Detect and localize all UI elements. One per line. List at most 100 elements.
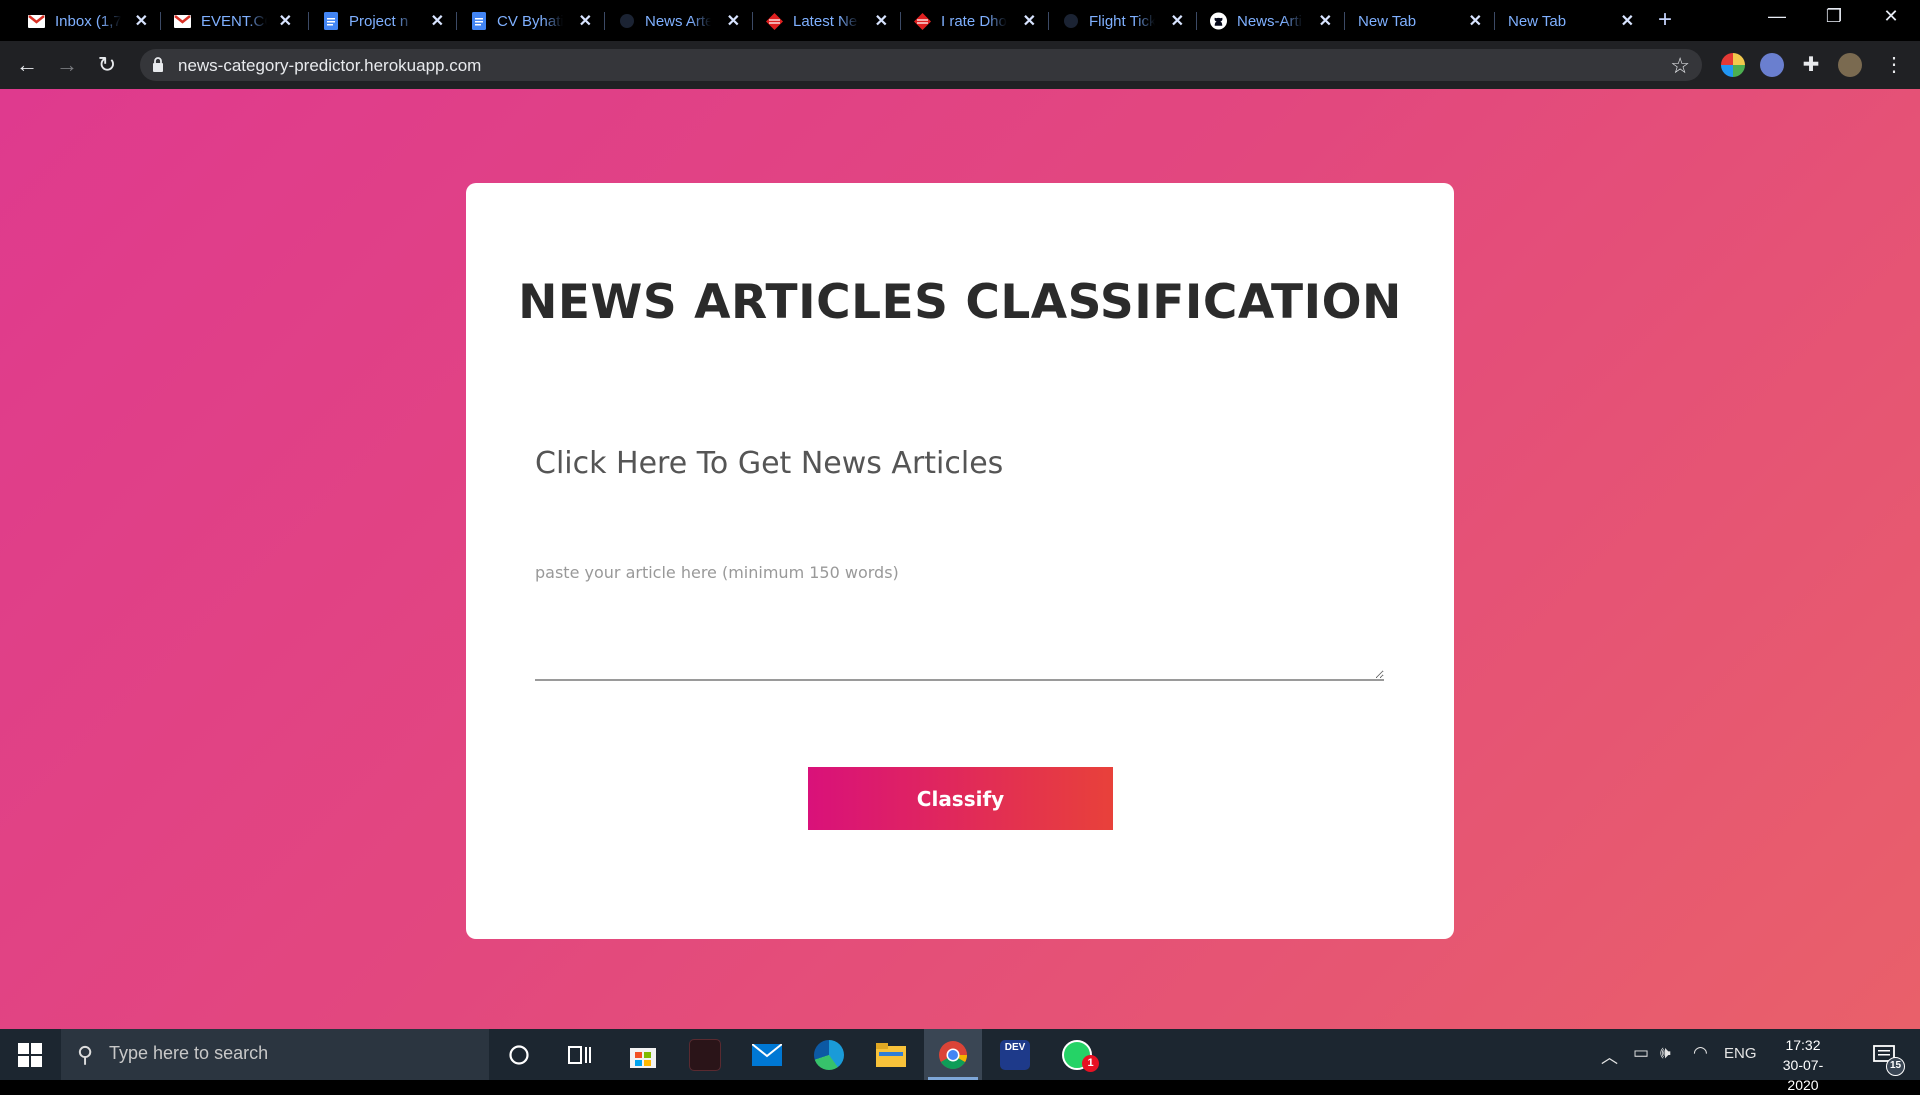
close-window-button[interactable]: ✕ [1871,6,1911,27]
edge-browser-icon[interactable] [800,1029,858,1080]
mail-icon[interactable] [738,1029,796,1080]
tab-title: Latest Ne [793,12,858,30]
forward-button[interactable]: → [54,52,80,78]
tab-cv[interactable]: CV Byhati ✕ [458,6,602,36]
search-placeholder: Type here to search [109,1043,269,1063]
browser-toolbar: ← → ↻ news-category-predictor.herokuapp.… [0,41,1920,89]
classify-button[interactable]: Classify [808,767,1113,830]
gmail-icon [28,13,45,30]
menu-kebab-icon[interactable]: ⋮ [1882,53,1906,77]
volume-icon[interactable]: 🕪 [1660,1043,1671,1063]
action-center-icon[interactable]: 15 [1856,1029,1914,1080]
address-bar[interactable]: news-category-predictor.herokuapp.com ☆ [140,49,1702,81]
microsoft-store-icon[interactable] [614,1029,672,1080]
classifier-card: NEWS ARTICLES CLASSIFICATION Click Here … [466,183,1454,939]
reload-button[interactable]: ↻ [94,52,120,78]
language-indicator[interactable]: ENG [1724,1045,1757,1062]
file-explorer-icon[interactable] [862,1029,920,1080]
tab-event[interactable]: EVENT.CO ✕ [162,6,302,36]
minimize-button[interactable]: — [1757,6,1797,27]
close-icon[interactable]: ✕ [875,11,888,31]
tab-separator [160,12,161,30]
new-tab-button[interactable]: + [1658,6,1672,34]
lock-icon[interactable] [152,57,168,73]
battery-icon[interactable]: ▭ [1633,1043,1649,1063]
system-clock[interactable]: 17:32 30-07-2020 [1768,1035,1838,1095]
task-view-icon[interactable] [551,1029,609,1080]
browser-tab-bar: Inbox (1,7 ✕ EVENT.CO ✕ Project n ✕ CV B… [0,0,1920,41]
close-icon[interactable]: ✕ [135,11,148,31]
windows-start-icon[interactable] [12,1042,48,1068]
show-hidden-icons-chevron-icon[interactable]: ︿ [1601,1043,1618,1068]
close-icon[interactable]: ✕ [431,11,444,31]
tab-separator [308,12,309,30]
extensions-puzzle-icon[interactable]: ✚ [1799,53,1823,77]
close-icon[interactable]: ✕ [1023,11,1036,31]
taskbar-search-box[interactable]: ⚲ Type here to search [61,1029,489,1080]
tab-title: Inbox (1,7 [55,12,121,30]
tab-latest-news[interactable]: Latest Ne ✕ [754,6,898,36]
close-icon[interactable]: ✕ [1621,11,1634,31]
tab-separator [604,12,605,30]
extension-compass-icon[interactable] [1721,53,1745,77]
whatsapp-icon[interactable]: 1 [1048,1029,1106,1080]
tab-title: I rate Dho [941,12,1007,30]
github-icon [1210,12,1227,30]
tab-title: News Arte [645,12,711,30]
tab-title: New Tab [1358,12,1417,30]
chrome-icon[interactable] [924,1029,982,1080]
tab-title: News-Arti [1237,12,1303,30]
get-news-articles-link[interactable]: Click Here To Get News Articles [535,446,1003,481]
clock-date: 30-07-2020 [1782,1057,1824,1093]
tab-separator [752,12,753,30]
tab-separator [1494,12,1495,30]
tab-title: Project n [349,12,409,30]
tab-separator [1344,12,1345,30]
wifi-icon[interactable]: ◠ [1693,1043,1708,1063]
tab-title: Flight Tick [1089,12,1155,30]
profile-avatar[interactable] [1838,53,1862,77]
tab-separator [900,12,901,30]
back-button[interactable]: ← [14,52,40,78]
tab-inbox[interactable]: Inbox (1,7 ✕ [16,6,158,36]
news-site-icon [914,12,931,30]
gmail-icon [174,13,191,30]
close-icon[interactable]: ✕ [279,11,292,31]
tab-separator [1048,12,1049,30]
tab-title: CV Byhati [497,12,563,30]
article-input[interactable] [535,563,1384,681]
dev-cpp-icon[interactable]: DEV [986,1029,1044,1080]
google-docs-icon [322,12,339,30]
tab-i-rate[interactable]: I rate Dho ✕ [902,6,1046,36]
close-icon[interactable]: ✕ [1171,11,1184,31]
tab-title: New Tab [1508,12,1567,30]
close-icon[interactable]: ✕ [727,11,740,31]
predator-app-icon[interactable] [676,1029,734,1080]
google-docs-icon [470,12,487,30]
clock-time: 17:32 [1785,1037,1821,1053]
tab-github[interactable]: News-Arti ✕ [1198,6,1342,36]
restore-button[interactable]: ❐ [1814,6,1854,27]
close-icon[interactable]: ✕ [1319,11,1332,31]
news-site-icon [766,12,783,30]
search-icon: ⚲ [77,1042,94,1067]
url-text[interactable]: news-category-predictor.herokuapp.com [178,56,481,76]
tab-title: EVENT.CO [201,12,267,30]
page-background: NEWS ARTICLES CLASSIFICATION Click Here … [0,89,1920,1029]
windows-taskbar: ⚲ Type here to search DEV 1 ︿ ▭ 🕪 ◠ ENG … [0,1029,1920,1093]
close-icon[interactable]: ✕ [579,11,592,31]
tab-project[interactable]: Project n ✕ [310,6,454,36]
tab-flight[interactable]: Flight Tick ✕ [1050,6,1194,36]
close-icon[interactable]: ✕ [1469,11,1482,31]
tab-new-tab-2[interactable]: New Tab ✕ [1496,6,1644,36]
notification-count-badge: 15 [1886,1057,1905,1076]
tab-news-arte[interactable]: News Arte ✕ [606,6,750,36]
page-title: NEWS ARTICLES CLASSIFICATION [518,275,1402,330]
blank-page-icon [1062,13,1079,30]
whatsapp-badge: 1 [1082,1055,1099,1072]
extension-eyes-icon[interactable] [1760,53,1784,77]
cortana-icon[interactable] [490,1029,548,1080]
tab-new-tab-1[interactable]: New Tab ✕ [1346,6,1492,36]
bookmark-star-icon[interactable]: ☆ [1670,53,1690,79]
tab-separator [456,12,457,30]
